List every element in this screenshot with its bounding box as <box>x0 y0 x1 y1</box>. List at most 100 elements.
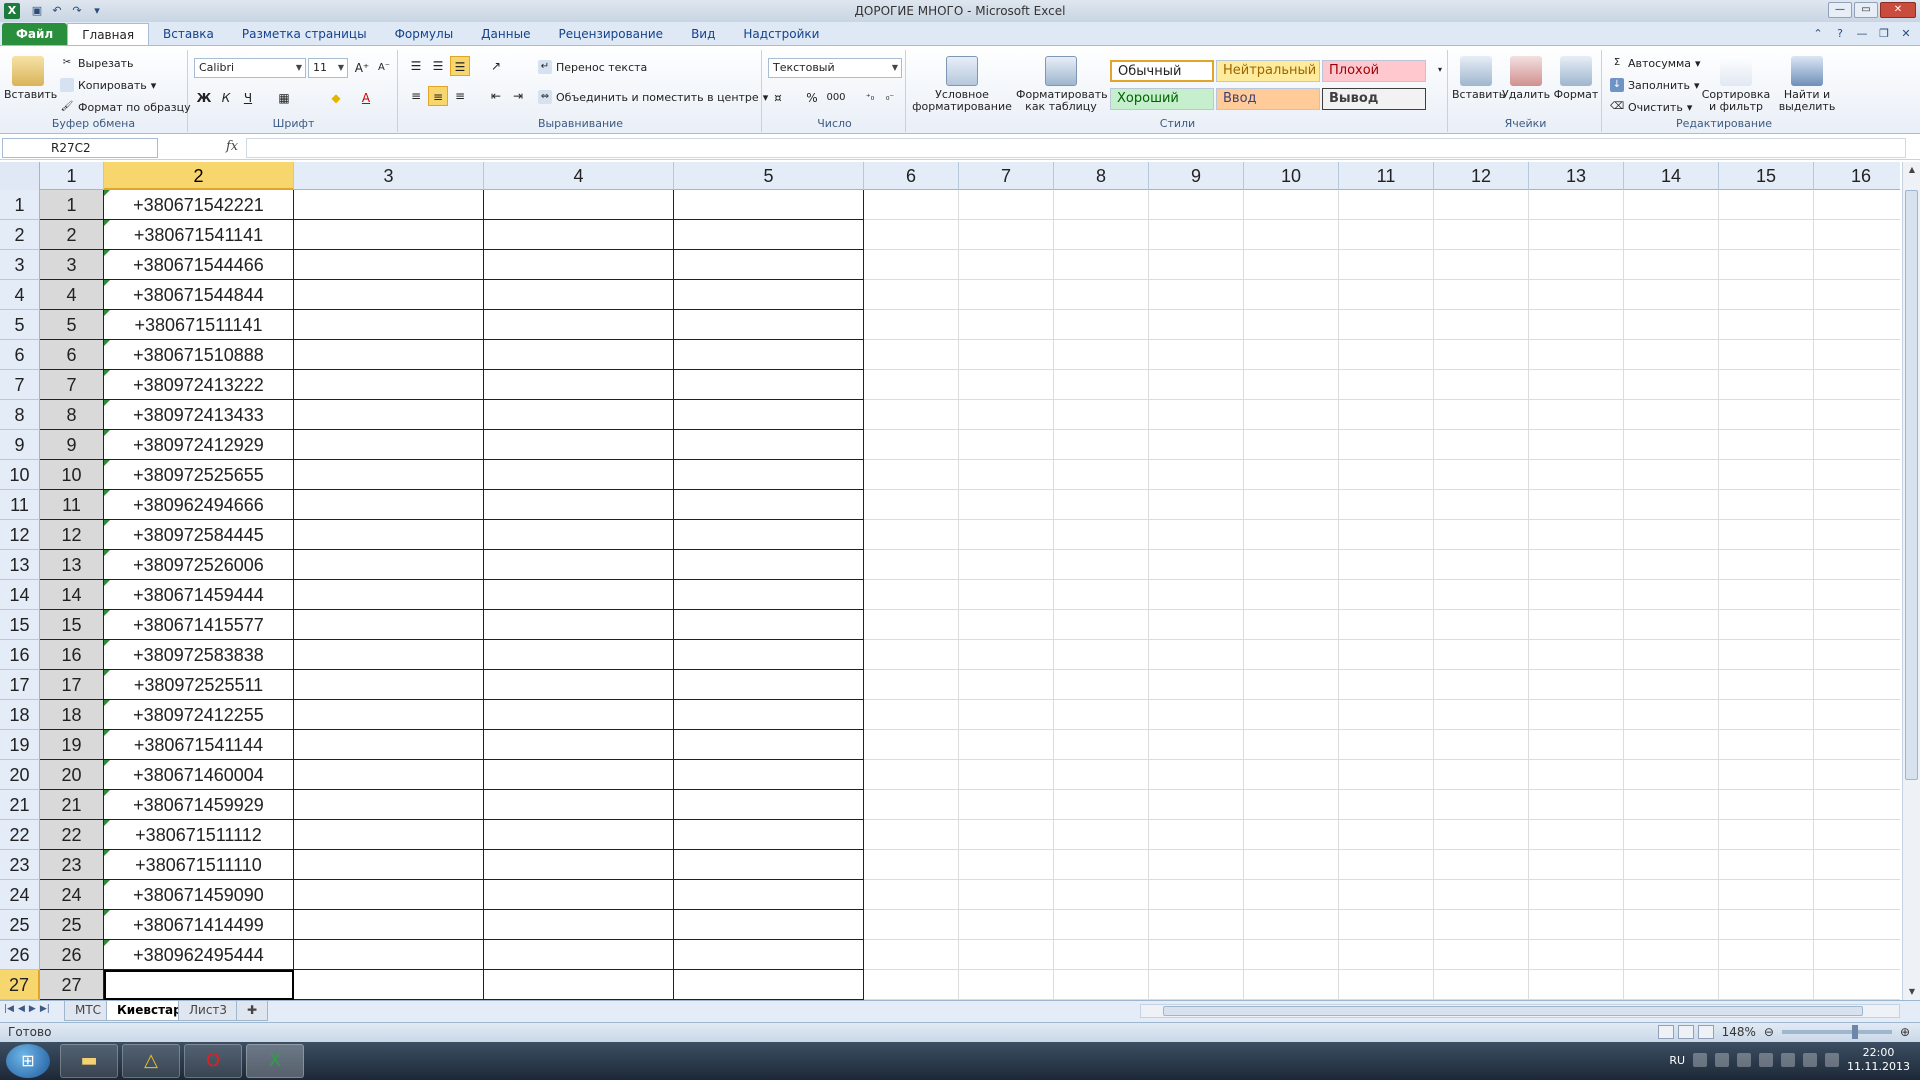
cell[interactable] <box>1149 640 1244 670</box>
cell[interactable] <box>1244 370 1339 400</box>
cell[interactable] <box>1719 340 1814 370</box>
doc-close-icon[interactable]: ✕ <box>1898 26 1914 42</box>
style-good[interactable]: Хороший <box>1110 88 1214 110</box>
cell[interactable] <box>1149 310 1244 340</box>
align-center-icon[interactable]: ≡ <box>428 86 448 106</box>
cell-phone[interactable]: +380671544844 <box>104 280 294 310</box>
cell[interactable] <box>1339 400 1434 430</box>
cell-phone[interactable]: +380671544466 <box>104 250 294 280</box>
cell-index[interactable]: 15 <box>40 610 104 640</box>
row-header[interactable]: 16 <box>0 640 40 670</box>
insert-sheet-icon[interactable]: ✚ <box>236 1001 269 1021</box>
cell[interactable] <box>1529 730 1624 760</box>
cell[interactable] <box>1149 520 1244 550</box>
cell[interactable] <box>1719 790 1814 820</box>
align-top-icon[interactable]: ☰ <box>406 56 426 76</box>
cell[interactable] <box>1719 640 1814 670</box>
cell[interactable] <box>959 250 1054 280</box>
cell[interactable] <box>1434 400 1529 430</box>
cell[interactable] <box>1149 490 1244 520</box>
cell[interactable] <box>1054 940 1149 970</box>
cell[interactable] <box>1624 700 1719 730</box>
cell[interactable] <box>864 940 959 970</box>
cell[interactable] <box>484 520 674 550</box>
cell[interactable] <box>864 340 959 370</box>
cell[interactable] <box>1529 970 1624 1000</box>
number-format-combo[interactable]: Текстовый ▼ <box>768 58 902 78</box>
style-neutral[interactable]: Нейтральный <box>1216 60 1320 82</box>
cell[interactable] <box>1244 250 1339 280</box>
cell[interactable] <box>864 730 959 760</box>
decrease-decimal-icon[interactable]: ₀⁻ <box>880 88 900 108</box>
cell[interactable] <box>1054 760 1149 790</box>
cell[interactable] <box>1244 760 1339 790</box>
cell[interactable] <box>484 880 674 910</box>
cell[interactable] <box>864 460 959 490</box>
cell[interactable] <box>959 190 1054 220</box>
cell[interactable] <box>674 490 864 520</box>
cell[interactable] <box>1814 970 1900 1000</box>
cell[interactable] <box>674 460 864 490</box>
column-header[interactable]: 2 <box>104 162 294 190</box>
cell[interactable] <box>1434 640 1529 670</box>
cell-phone[interactable]: +380962494666 <box>104 490 294 520</box>
cell[interactable] <box>1529 310 1624 340</box>
cell[interactable] <box>1339 850 1434 880</box>
column-header[interactable]: 10 <box>1244 162 1339 190</box>
cell[interactable] <box>959 640 1054 670</box>
insert-function-icon[interactable]: fx <box>226 139 238 154</box>
cell[interactable] <box>484 340 674 370</box>
cell[interactable] <box>1434 370 1529 400</box>
cell-index[interactable]: 16 <box>40 640 104 670</box>
cell-phone[interactable]: +380671541141 <box>104 220 294 250</box>
cell[interactable] <box>864 700 959 730</box>
cell[interactable] <box>864 430 959 460</box>
cell[interactable] <box>1054 790 1149 820</box>
cell[interactable] <box>959 580 1054 610</box>
cell[interactable] <box>674 190 864 220</box>
conditional-formatting-button[interactable]: Условное форматирование <box>910 56 1014 113</box>
cell[interactable] <box>1149 460 1244 490</box>
clock[interactable]: 22:00 11.11.2013 <box>1847 1046 1910 1074</box>
cell[interactable] <box>1624 460 1719 490</box>
cell[interactable] <box>1054 670 1149 700</box>
cell[interactable] <box>959 910 1054 940</box>
cell[interactable] <box>1149 400 1244 430</box>
cell[interactable] <box>1529 250 1624 280</box>
styles-more-icon[interactable]: ▾ <box>1430 60 1450 80</box>
cell[interactable] <box>1529 220 1624 250</box>
column-header[interactable]: 13 <box>1529 162 1624 190</box>
cell-index[interactable]: 3 <box>40 250 104 280</box>
cell[interactable] <box>1719 190 1814 220</box>
cell[interactable] <box>1624 910 1719 940</box>
cell-phone[interactable]: +380972584445 <box>104 520 294 550</box>
cell[interactable] <box>1434 220 1529 250</box>
doc-minimize-icon[interactable]: — <box>1854 26 1870 42</box>
align-middle-icon[interactable]: ☰ <box>428 56 448 76</box>
cell[interactable] <box>959 460 1054 490</box>
cell[interactable] <box>1719 370 1814 400</box>
orientation-icon[interactable]: ↗ <box>486 56 506 76</box>
column-header[interactable]: 6 <box>864 162 959 190</box>
cell[interactable] <box>484 370 674 400</box>
cell[interactable] <box>959 220 1054 250</box>
cell[interactable] <box>1624 340 1719 370</box>
cell[interactable] <box>1719 220 1814 250</box>
tray-icon-2[interactable] <box>1715 1053 1730 1067</box>
cell[interactable] <box>1814 520 1900 550</box>
row-header[interactable]: 7 <box>0 370 40 400</box>
cell[interactable] <box>1624 760 1719 790</box>
row-header[interactable]: 14 <box>0 580 40 610</box>
cell[interactable] <box>484 430 674 460</box>
cell[interactable] <box>1054 340 1149 370</box>
cell[interactable] <box>1814 670 1900 700</box>
cell[interactable] <box>484 220 674 250</box>
cell[interactable] <box>294 760 484 790</box>
volume-icon[interactable] <box>1825 1053 1840 1067</box>
cell[interactable] <box>1814 640 1900 670</box>
cell[interactable] <box>1529 280 1624 310</box>
cell[interactable] <box>1244 280 1339 310</box>
cell[interactable] <box>1624 190 1719 220</box>
cell[interactable] <box>1529 610 1624 640</box>
cell[interactable] <box>1149 880 1244 910</box>
